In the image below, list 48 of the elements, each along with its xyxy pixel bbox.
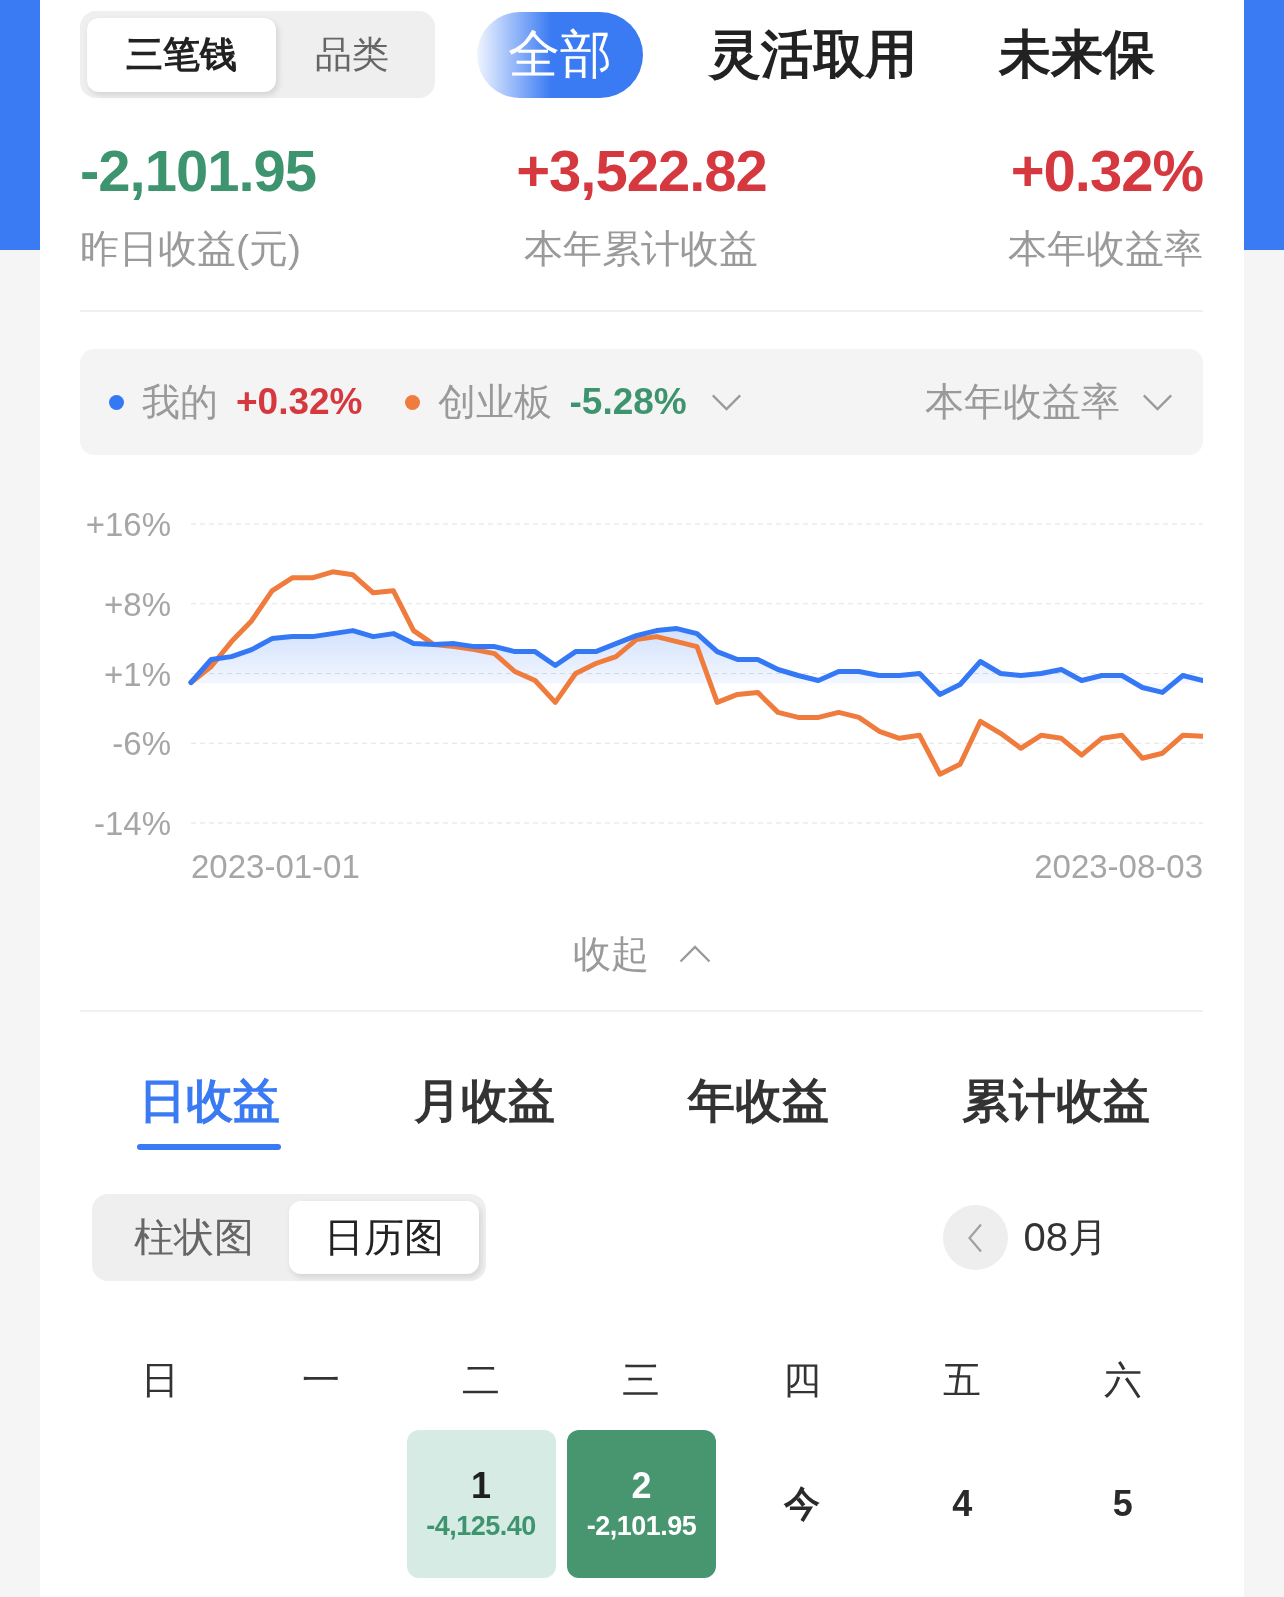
period-tab[interactable]: 月收益: [414, 1073, 555, 1150]
weekday-label: 一: [301, 1358, 340, 1403]
weekday-label: 三: [622, 1358, 661, 1403]
x-axis-label: 2023-08-03: [1034, 848, 1203, 885]
legend-value: +0.32%: [236, 381, 363, 423]
day-number: 2: [631, 1465, 652, 1507]
summary-label: 本年收益率: [1008, 226, 1203, 272]
legend-label: 创业板: [437, 379, 552, 425]
legend-label: 我的: [142, 379, 218, 425]
summary-label: 本年累计收益: [524, 226, 759, 272]
period-tab[interactable]: 日收益: [137, 1073, 281, 1150]
period-tab[interactable]: 年收益: [688, 1073, 829, 1150]
y-axis-label: -14%: [93, 805, 171, 842]
view-switch-tab[interactable]: 品类: [276, 17, 428, 92]
category-tab[interactable]: 全部: [477, 11, 643, 98]
day-amount: -2,101.95: [586, 1510, 697, 1543]
day-amount: -4,125.40: [426, 1510, 536, 1543]
legend-value: -5.28%: [569, 381, 687, 423]
summary-value: -2,101.95: [80, 139, 317, 203]
summary-value: +3,522.82: [516, 139, 767, 203]
weekday-label: 二: [462, 1358, 501, 1403]
x-axis-label: 2023-01-01: [191, 848, 360, 885]
weekday-label: 日: [141, 1358, 180, 1403]
view-switch-tab[interactable]: 三笔钱: [87, 17, 276, 92]
chart-type-tab[interactable]: 日历图: [289, 1201, 479, 1274]
period-tab[interactable]: 累计收益: [962, 1073, 1150, 1150]
calendar-day[interactable]: 今: [783, 1479, 820, 1529]
y-axis-label: +16%: [85, 506, 171, 543]
y-axis-label: +1%: [104, 655, 171, 693]
calendar-day[interactable]: 2 -2,101.95: [567, 1430, 716, 1578]
summary-label: 昨日收益(元): [80, 226, 301, 272]
calendar-day[interactable]: 1 -4,125.40: [406, 1430, 556, 1578]
chart-type-tab[interactable]: 柱状图: [99, 1201, 289, 1274]
calendar-day[interactable]: 4: [952, 1483, 973, 1525]
calendar-day[interactable]: 5: [1112, 1483, 1133, 1525]
chevron-down-icon[interactable]: [710, 393, 742, 411]
y-axis-label: +8%: [104, 585, 171, 623]
summary-value: +0.32%: [1010, 139, 1203, 203]
weekday-label: 四: [782, 1358, 821, 1403]
category-tab[interactable]: 灵活取用: [693, 11, 933, 98]
category-tab[interactable]: 未来保: [983, 11, 1171, 98]
y-axis-label: -6%: [112, 725, 171, 763]
month-label: 08月: [1023, 1214, 1108, 1261]
weekday-label: 六: [1103, 1358, 1142, 1403]
chevron-down-icon: [1142, 393, 1173, 411]
chevron-left-icon: [967, 1222, 983, 1253]
weekday-label: 五: [943, 1358, 982, 1403]
day-number: 1: [471, 1465, 492, 1507]
